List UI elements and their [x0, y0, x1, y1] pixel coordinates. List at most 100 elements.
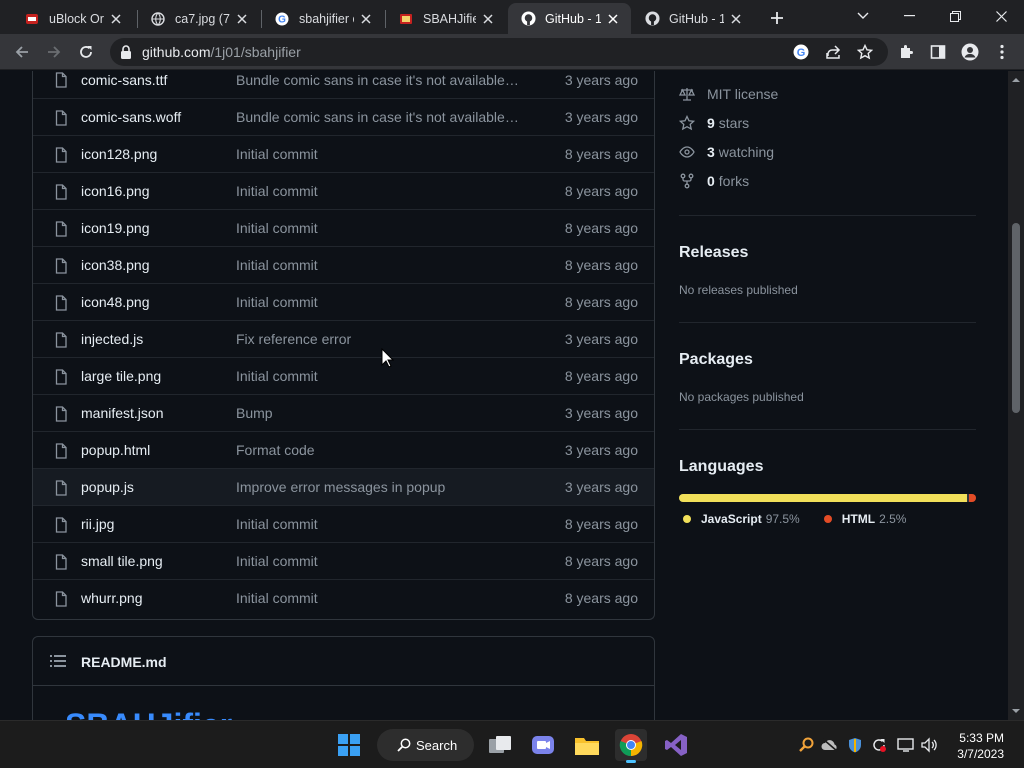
share-icon[interactable] — [824, 43, 842, 61]
commit-message[interactable]: Fix reference error — [236, 331, 521, 347]
commit-message[interactable]: Initial commit — [236, 553, 521, 569]
back-button[interactable] — [9, 39, 35, 65]
packages-heading[interactable]: Packages — [679, 351, 753, 369]
file-name[interactable]: icon16.png — [81, 183, 150, 199]
scroll-down-icon[interactable] — [1012, 707, 1020, 715]
close-tab-icon[interactable] — [480, 11, 496, 27]
file-row[interactable]: large tile.png Initial commit 8 years ago — [33, 357, 654, 394]
stars-link[interactable]: 9 stars — [679, 113, 749, 133]
commit-message[interactable]: Initial commit — [236, 516, 521, 532]
language-bar-segment[interactable] — [968, 494, 976, 502]
minimize-button[interactable] — [886, 0, 932, 32]
side-panel-icon[interactable] — [928, 42, 948, 62]
commit-message[interactable]: Initial commit — [236, 590, 521, 606]
commit-message[interactable]: Initial commit — [236, 368, 521, 384]
file-name[interactable]: icon38.png — [81, 257, 150, 273]
commit-message[interactable]: Initial commit — [236, 183, 521, 199]
tab-github-active[interactable]: GitHub - 1j — [508, 3, 631, 34]
tab-github-2[interactable]: GitHub - 1j — [632, 3, 754, 34]
file-explorer-icon[interactable] — [571, 729, 603, 761]
tab-ublock[interactable]: uBlock Orig — [12, 3, 134, 34]
chrome-menu-icon[interactable] — [992, 42, 1012, 62]
visual-studio-icon[interactable] — [660, 729, 692, 761]
extensions-icon[interactable] — [896, 42, 916, 62]
file-row[interactable]: small tile.png Initial commit 8 years ago — [33, 542, 654, 579]
new-tab-button[interactable] — [766, 7, 788, 29]
forward-button[interactable] — [41, 39, 67, 65]
close-tab-icon[interactable] — [728, 11, 744, 27]
file-name[interactable]: injected.js — [81, 331, 143, 347]
commit-message[interactable]: Bundle comic sans in case it's not avail… — [236, 109, 521, 125]
releases-heading[interactable]: Releases — [679, 244, 748, 262]
tab-google-search[interactable]: G sbahjifier cl — [262, 3, 384, 34]
page-scrollbar[interactable] — [1008, 71, 1024, 720]
file-row[interactable]: icon128.png Initial commit 8 years ago — [33, 135, 654, 172]
tab-ca7-jpg[interactable]: ca7.jpg (720 — [138, 3, 260, 34]
tab-sbahjifier[interactable]: SBAHJifier — [386, 3, 506, 34]
teams-chat-icon[interactable] — [527, 729, 559, 761]
restore-button[interactable] — [932, 0, 978, 32]
file-name[interactable]: popup.js — [81, 479, 134, 495]
watching-link[interactable]: 3 watching — [679, 142, 774, 162]
file-row[interactable]: icon19.png Initial commit 8 years ago — [33, 209, 654, 246]
search-magnifier-tray-icon[interactable] — [797, 736, 815, 754]
address-bar[interactable]: github.com/1j01/sbahjifier G — [110, 38, 888, 66]
file-name[interactable]: icon48.png — [81, 294, 150, 310]
file-name[interactable]: large tile.png — [81, 368, 161, 384]
file-row[interactable]: icon38.png Initial commit 8 years ago — [33, 246, 654, 283]
display-icon[interactable] — [897, 736, 915, 754]
task-view-icon[interactable] — [484, 729, 516, 761]
commit-message[interactable]: Bundle comic sans in case it's not avail… — [236, 72, 521, 88]
commit-message[interactable]: Initial commit — [236, 146, 521, 162]
scroll-up-icon[interactable] — [1012, 76, 1020, 84]
forks-link[interactable]: 0 forks — [679, 171, 749, 191]
language-bar-segment[interactable] — [679, 494, 967, 502]
profile-avatar[interactable] — [960, 42, 980, 62]
file-row[interactable]: whurr.png Initial commit 8 years ago — [33, 579, 654, 616]
google-lens-icon[interactable]: G — [792, 43, 810, 61]
file-row[interactable]: popup.js Improve error messages in popup 3… — [33, 468, 654, 505]
start-button[interactable] — [333, 729, 365, 761]
reload-button[interactable] — [73, 39, 99, 65]
commit-message[interactable]: Bump — [236, 405, 521, 421]
commit-message[interactable]: Format code — [236, 442, 521, 458]
commit-message[interactable]: Initial commit — [236, 220, 521, 236]
taskbar-search[interactable]: Search — [377, 729, 474, 761]
file-row[interactable]: manifest.json Bump 3 years ago — [33, 394, 654, 431]
close-tab-icon[interactable] — [358, 11, 374, 27]
sync-update-icon[interactable] — [870, 736, 888, 754]
file-name[interactable]: rii.jpg — [81, 516, 114, 532]
file-name[interactable]: comic-sans.woff — [81, 109, 181, 125]
close-tab-icon[interactable] — [108, 11, 124, 27]
onedrive-offline-icon[interactable] — [821, 736, 839, 754]
scroll-thumb[interactable] — [1012, 223, 1020, 413]
volume-icon[interactable] — [921, 736, 939, 754]
chrome-icon[interactable] — [615, 729, 647, 763]
file-name[interactable]: popup.html — [81, 442, 150, 458]
file-name[interactable]: icon128.png — [81, 146, 157, 162]
language-name[interactable]: HTML — [842, 512, 875, 526]
commit-message[interactable]: Initial commit — [236, 294, 521, 310]
file-row[interactable]: injected.js Fix reference error 3 years ag… — [33, 320, 654, 357]
close-tab-icon[interactable] — [605, 11, 621, 27]
close-tab-icon[interactable] — [234, 11, 250, 27]
file-name[interactable]: small tile.png — [81, 553, 163, 569]
readme-filename[interactable]: README.md — [81, 654, 167, 670]
file-row[interactable]: comic-sans.ttf Bundle comic sans in case … — [33, 71, 654, 98]
list-icon[interactable] — [50, 654, 66, 673]
file-row[interactable]: icon16.png Initial commit 8 years ago — [33, 172, 654, 209]
file-name[interactable]: icon19.png — [81, 220, 150, 236]
commit-message[interactable]: Improve error messages in popup — [236, 479, 521, 495]
file-row[interactable]: icon48.png Initial commit 8 years ago — [33, 283, 654, 320]
system-clock[interactable]: 5:33 PM 3/7/2023 — [957, 730, 1004, 762]
file-name[interactable]: whurr.png — [81, 590, 142, 606]
file-row[interactable]: rii.jpg Initial commit 8 years ago — [33, 505, 654, 542]
file-row[interactable]: popup.html Format code 3 years ago — [33, 431, 654, 468]
file-name[interactable]: comic-sans.ttf — [81, 72, 167, 88]
bookmark-star-icon[interactable] — [856, 43, 874, 61]
security-shield-icon[interactable] — [846, 736, 864, 754]
file-name[interactable]: manifest.json — [81, 405, 163, 421]
close-window-button[interactable] — [978, 0, 1024, 32]
license-link[interactable]: MIT license — [679, 84, 778, 104]
commit-message[interactable]: Initial commit — [236, 257, 521, 273]
